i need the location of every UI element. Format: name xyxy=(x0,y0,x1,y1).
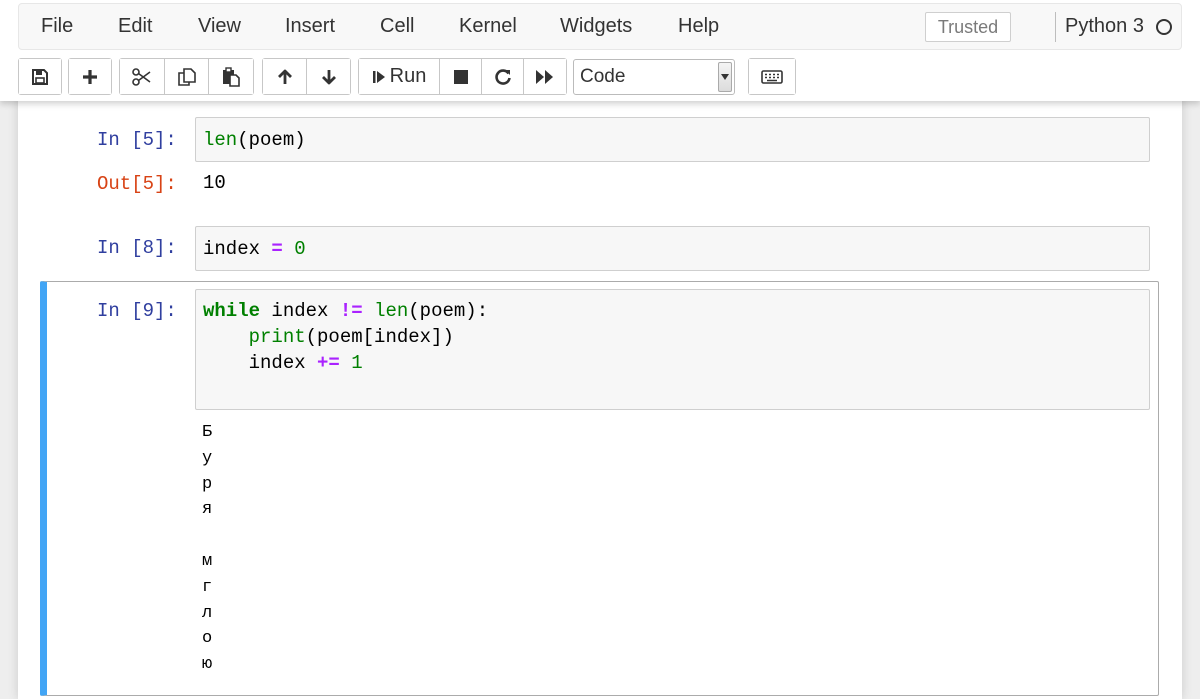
menu-insert[interactable]: Insert xyxy=(285,4,335,49)
paste-button[interactable] xyxy=(209,59,253,94)
toolbar-group-insert xyxy=(68,58,112,95)
toolbar-group-keyboard xyxy=(748,58,796,95)
copy-button[interactable] xyxy=(165,59,209,94)
kernel-idle-indicator-icon xyxy=(1156,19,1172,35)
save-button[interactable] xyxy=(19,59,61,94)
output-prompt: Out[5]: xyxy=(97,173,177,195)
menu-widgets[interactable]: Widgets xyxy=(560,4,632,49)
stdout-line: м xyxy=(202,552,213,571)
run-all-button[interactable] xyxy=(524,59,566,94)
stdout-line: о xyxy=(202,629,213,649)
code-text: len(poem) xyxy=(203,129,306,151)
stdout-line: л xyxy=(202,603,213,623)
restart-kernel-button[interactable] xyxy=(482,59,524,94)
fast-forward-icon xyxy=(536,69,553,84)
code-text: while index != len(poem): print(poem[ind… xyxy=(203,300,489,374)
restart-icon xyxy=(494,68,511,85)
arrow-up-icon xyxy=(277,69,292,84)
keyboard-shortcuts-button[interactable] xyxy=(749,59,795,94)
code-cell-input[interactable]: len(poem) xyxy=(195,117,1150,162)
cut-button[interactable] xyxy=(120,59,165,94)
save-icon xyxy=(32,68,48,85)
stdout-line: я xyxy=(202,500,213,520)
input-prompt: In [9]: xyxy=(97,300,177,322)
toolbar-group-edit xyxy=(119,58,254,95)
move-up-button[interactable] xyxy=(263,59,307,94)
trusted-badge[interactable]: Trusted xyxy=(925,12,1011,42)
stdout-line: у xyxy=(202,448,213,468)
notebook-header: File Edit View Insert Cell Kernel Widget… xyxy=(0,0,1200,101)
toolbar-group-move xyxy=(262,58,351,95)
code-cell-input[interactable]: index = 0 xyxy=(195,226,1150,271)
copy-icon xyxy=(177,67,196,86)
paste-icon xyxy=(223,66,240,87)
input-prompt: In [8]: xyxy=(97,237,177,259)
menubar: File Edit View Insert Cell Kernel Widget… xyxy=(18,3,1182,50)
run-button[interactable]: Run xyxy=(359,59,440,94)
menu-edit[interactable]: Edit xyxy=(118,4,152,49)
interrupt-kernel-button[interactable] xyxy=(440,59,482,94)
output-value: 10 xyxy=(203,172,226,194)
stdout-line xyxy=(202,523,222,549)
stdout-line: ю xyxy=(202,655,213,675)
kernel-name: Python 3 xyxy=(1065,15,1144,37)
stop-icon xyxy=(453,69,468,84)
scissors-icon xyxy=(132,67,151,86)
input-prompt: In [5]: xyxy=(97,129,177,151)
toolbar-group-run: Run xyxy=(358,58,567,95)
insert-cell-button[interactable] xyxy=(69,59,111,94)
plus-icon xyxy=(83,69,97,84)
menu-kernel[interactable]: Kernel xyxy=(459,4,517,49)
menu-file[interactable]: File xyxy=(41,4,73,49)
chevron-down-icon xyxy=(718,62,732,92)
code-text: index = 0 xyxy=(203,238,306,260)
cell-type-select[interactable]: Code xyxy=(573,59,735,95)
divider xyxy=(1055,12,1056,42)
code-cell-input[interactable]: while index != len(poem): print(poem[ind… xyxy=(195,289,1150,410)
keyboard-icon xyxy=(761,69,783,84)
stdout-line: р xyxy=(202,474,213,494)
menu-view[interactable]: View xyxy=(198,4,241,49)
stdout-line: Б xyxy=(202,423,213,442)
run-button-label: Run xyxy=(389,65,427,87)
step-forward-icon xyxy=(372,70,385,83)
arrow-down-icon xyxy=(321,69,336,84)
cell-type-value: Code xyxy=(580,66,626,87)
move-down-button[interactable] xyxy=(307,59,350,94)
stdout-line: г xyxy=(202,577,213,597)
menu-cell[interactable]: Cell xyxy=(380,4,414,49)
menu-help[interactable]: Help xyxy=(678,4,719,49)
toolbar-group-save xyxy=(18,58,62,95)
